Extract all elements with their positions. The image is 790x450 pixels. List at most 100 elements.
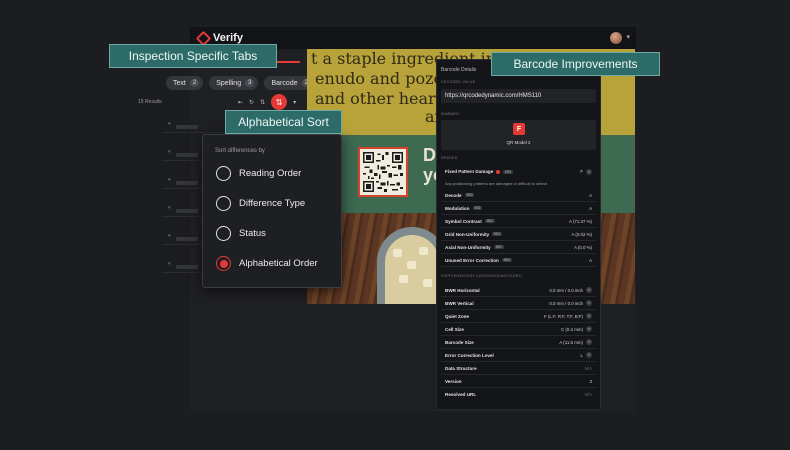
axial-non-uniformity-row[interactable]: Axial Non-Uniformity ISO A (0.0 %) <box>441 241 596 254</box>
supplementary-section-label: SUPPLEMENTARY (UNGRADED/ADVISORY) <box>441 274 523 278</box>
app-logo[interactable]: Verify <box>195 30 243 46</box>
bwr-horizontal-row[interactable]: BWR Horizontal 0.0 mm / 0.0 inch ▾ <box>441 284 596 297</box>
collapse-icon[interactable]: ⇤ <box>238 99 243 106</box>
error-correction-level-row[interactable]: Error Correction Level L ▾ <box>441 349 596 362</box>
row-value: L <box>580 352 583 358</box>
chevron-down-icon[interactable]: ▾ <box>586 313 592 319</box>
fixed-pattern-damage-row[interactable]: Fixed Pattern Damage ISO F ▾ <box>441 165 596 178</box>
chevron-down-icon[interactable]: ▾ <box>586 339 592 345</box>
row-label: Resolved URL <box>445 392 477 397</box>
radio-button[interactable] <box>216 226 231 241</box>
sort-button[interactable]: ⇅ <box>271 94 288 110</box>
barcode-details-panel: Barcode Details DECODED VALUE https://qr… <box>436 59 601 410</box>
cell-size-row[interactable]: Cell Size C (0.4 mm) ▾ <box>441 323 596 336</box>
chevron-down-icon[interactable]: ▾ <box>586 352 592 358</box>
row-value: A <box>589 205 592 211</box>
sort-option-status[interactable]: Status <box>216 226 266 241</box>
chevron-down-icon[interactable]: ▾ <box>586 287 592 293</box>
iso-tag: ISO <box>493 245 504 249</box>
chevron-down-icon[interactable]: ▾ <box>586 168 592 175</box>
row-label: Fixed Pattern Damage <box>445 169 494 174</box>
row-value: 0.0 mm / 0.0 inch <box>549 287 583 293</box>
row-value: F <box>580 169 583 174</box>
sort-option-difference-type[interactable]: Difference Type <box>216 196 305 211</box>
sort-option-label: Alphabetical Order <box>239 258 318 269</box>
version-row[interactable]: Version 3 <box>441 375 596 388</box>
iso-tag: ISO <box>503 169 514 174</box>
app-name: Verify <box>213 32 243 44</box>
results-count: 15 Results <box>138 99 162 105</box>
row-label: Error Correction Level <box>445 352 494 358</box>
list-toolbar: ⇤ ↻ ⇅ ⇅ ▾ <box>238 94 296 110</box>
row-label: Barcode Size <box>445 339 474 345</box>
sort-title: Sort differences by <box>215 148 265 154</box>
row-label: Cell Size <box>445 326 464 332</box>
barcode-size-row[interactable]: Barcode Size A (11.6 mm) ▾ <box>441 336 596 349</box>
chevron-down-icon[interactable]: ▾ <box>586 326 592 332</box>
chevron-down-icon[interactable]: ▾ <box>586 300 592 306</box>
symbol-contrast-row[interactable]: Symbol Contrast ISO A (71.37 %) <box>441 215 596 228</box>
qr-code[interactable] <box>358 147 408 197</box>
hominy-kernel <box>407 261 416 269</box>
bwr-vertical-row[interactable]: BWR Vertical 0.0 mm / 0.0 inch ▾ <box>441 297 596 310</box>
refresh-icon[interactable]: ↻ <box>249 99 254 106</box>
radio-button-selected[interactable] <box>216 256 231 271</box>
artwork-line: and other hearty <box>315 89 452 108</box>
tab-text[interactable]: Text 2 <box>166 76 204 90</box>
decoded-url[interactable]: https://qrcodedynamic.com/HMS110 <box>441 89 596 103</box>
unused-error-correction-row[interactable]: Unused Error Correction ISO A <box>441 254 596 267</box>
sort-option-reading-order[interactable]: Reading Order <box>216 166 301 181</box>
graded-section-label: GRADED <box>441 156 458 160</box>
row-label: Axial Non-Uniformity <box>445 244 491 250</box>
hominy-kernel <box>393 249 402 257</box>
callout-alphabetical-sort: Alphabetical Sort <box>225 110 342 134</box>
modulation-row[interactable]: Modulation ISO A <box>441 202 596 215</box>
hominy-kernel <box>419 247 428 255</box>
tab-label: Spelling <box>216 79 242 87</box>
tab-label: Barcode <box>271 79 298 87</box>
row-value: A (0.02 %) <box>571 231 593 237</box>
iso-tag: ISO <box>501 258 512 262</box>
tab-label: Text <box>173 79 186 87</box>
grade-badge: F <box>513 123 525 135</box>
decode-row[interactable]: Decode ISO A <box>441 189 596 202</box>
row-value: A (71.37 %) <box>569 218 592 224</box>
row-label: Grid Non-Uniformity <box>445 231 490 237</box>
row-value: N/A <box>584 392 592 397</box>
sort-option-label: Reading Order <box>239 168 302 179</box>
callout-barcode-improvements: Barcode Improvements <box>491 52 660 76</box>
avatar[interactable] <box>610 32 622 44</box>
row-label: BWR Horizontal <box>445 287 480 293</box>
sort-option-alphabetical[interactable]: Alphabetical Order <box>216 256 318 271</box>
tab-count: 3 <box>245 79 255 87</box>
fpd-note: Any positioning patterns are damaged or … <box>445 181 549 186</box>
row-value: A <box>589 192 592 198</box>
row-value: A <box>589 257 592 263</box>
grid-non-uniformity-row[interactable]: Grid Non-Uniformity ISO A (0.02 %) <box>441 228 596 241</box>
panel-title: Barcode Details <box>441 67 477 73</box>
row-value: N/A <box>584 365 592 371</box>
hominy-kernel <box>399 275 408 283</box>
iso-tag: ISO <box>484 219 495 223</box>
data-structure-row[interactable]: Data Structure N/A <box>441 362 596 375</box>
tab-spelling[interactable]: Spelling 3 <box>209 76 259 90</box>
row-label: Version <box>445 378 462 384</box>
row-value: F (L:F, R:F, T:F, B:F) <box>544 313 583 319</box>
radio-button[interactable] <box>216 166 231 181</box>
summary-label: SUMMARY <box>441 112 460 116</box>
bowl-contents <box>385 235 439 304</box>
row-value: 3 <box>589 378 592 384</box>
resolved-url-row[interactable]: Resolved URL N/A <box>441 388 596 401</box>
iso-tag: ISO <box>472 206 483 210</box>
barcode-model: QR Model 2 <box>506 140 531 145</box>
filter-icon[interactable]: ▾ <box>293 99 296 106</box>
row-value: C (0.4 mm) <box>561 326 583 332</box>
row-label: Unused Error Correction <box>445 257 499 263</box>
quiet-zone-row[interactable]: Quiet Zone F (L:F, R:F, T:F, B:F) ▾ <box>441 310 596 323</box>
row-label: Symbol Contrast <box>445 218 482 224</box>
inspection-tabs: Text 2 Spelling 3 Barcode 2 <box>166 76 315 90</box>
swap-icon[interactable]: ⇅ <box>260 99 265 106</box>
row-label: Quiet Zone <box>445 313 469 319</box>
radio-button[interactable] <box>216 196 231 211</box>
chevron-down-icon[interactable]: ▾ <box>626 33 630 41</box>
